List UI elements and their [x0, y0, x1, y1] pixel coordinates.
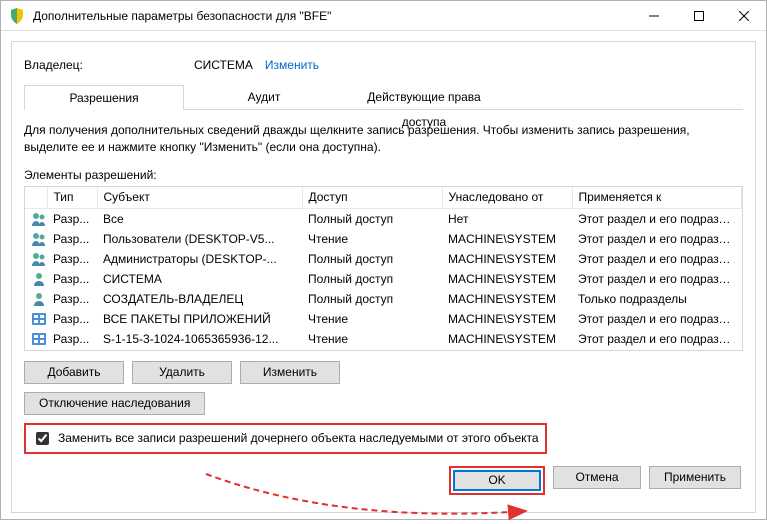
- col-header-type[interactable]: Тип: [47, 187, 97, 209]
- cell-subject: СОЗДАТЕЛЬ-ВЛАДЕЛЕЦ: [97, 289, 302, 309]
- owner-row: Владелец: СИСТЕМА Изменить: [24, 52, 743, 84]
- cell-inherited: MACHINE\SYSTEM: [442, 289, 572, 309]
- maximize-button[interactable]: [676, 1, 721, 31]
- cell-inherited: MACHINE\SYSTEM: [442, 229, 572, 249]
- cell-type: Разр...: [47, 249, 97, 269]
- add-button[interactable]: Добавить: [24, 361, 124, 384]
- cell-subject: СИСТЕМА: [97, 269, 302, 289]
- edit-button[interactable]: Изменить: [240, 361, 340, 384]
- remove-button[interactable]: Удалить: [132, 361, 232, 384]
- cell-inherited: MACHINE\SYSTEM: [442, 249, 572, 269]
- col-header-subject[interactable]: Субъект: [97, 187, 302, 209]
- cell-subject: ВСЕ ПАКЕТЫ ПРИЛОЖЕНИЙ: [97, 309, 302, 329]
- cell-subject: Администраторы (DESKTOP-...: [97, 249, 302, 269]
- cell-applies: Этот раздел и его подразделы: [572, 229, 742, 249]
- cell-access: Чтение: [302, 309, 442, 329]
- cell-access: Полный доступ: [302, 269, 442, 289]
- cell-inherited: Нет: [442, 209, 572, 230]
- replace-child-permissions-row: Заменить все записи разрешений дочернего…: [24, 423, 547, 454]
- cell-access: Полный доступ: [302, 249, 442, 269]
- cell-applies: Этот раздел и его подразделы: [572, 269, 742, 289]
- cell-applies: Только подразделы: [572, 289, 742, 309]
- tab-effective-access[interactable]: Действующие права доступа: [344, 84, 504, 109]
- table-row[interactable]: Разр...ВСЕ ПАКЕТЫ ПРИЛОЖЕНИЙЧтениеMACHIN…: [25, 309, 742, 329]
- tab-permissions[interactable]: Разрешения: [24, 85, 184, 110]
- cell-applies: Этот раздел и его подразделы: [572, 329, 742, 349]
- cancel-button[interactable]: Отмена: [553, 466, 641, 489]
- apply-button[interactable]: Применить: [649, 466, 741, 489]
- principal-icon: [31, 251, 47, 267]
- col-header-inherited[interactable]: Унаследовано от: [442, 187, 572, 209]
- owner-change-link[interactable]: Изменить: [265, 58, 319, 72]
- tab-audit[interactable]: Аудит: [184, 84, 344, 109]
- cell-access: Полный доступ: [302, 289, 442, 309]
- principal-icon: [31, 311, 47, 327]
- table-row[interactable]: Разр...СИСТЕМАПолный доступMACHINE\SYSTE…: [25, 269, 742, 289]
- description-text: Для получения дополнительных сведений дв…: [24, 122, 743, 156]
- ok-button[interactable]: OK: [453, 470, 541, 491]
- disable-inheritance-button[interactable]: Отключение наследования: [24, 392, 205, 415]
- replace-child-permissions-checkbox[interactable]: [36, 432, 49, 445]
- cell-access: Чтение: [302, 229, 442, 249]
- cell-type: Разр...: [47, 309, 97, 329]
- shield-icon: [9, 8, 25, 24]
- cell-type: Разр...: [47, 289, 97, 309]
- cell-subject: S-1-15-3-1024-1065365936-12...: [97, 329, 302, 349]
- cell-applies: Этот раздел и его подразделы: [572, 309, 742, 329]
- cell-access: Полный доступ: [302, 209, 442, 230]
- cell-inherited: MACHINE\SYSTEM: [442, 329, 572, 349]
- principal-icon: [31, 211, 47, 227]
- col-header-access[interactable]: Доступ: [302, 187, 442, 209]
- table-row[interactable]: Разр...S-1-15-3-1024-1065365936-12...Чте…: [25, 329, 742, 349]
- cell-applies: Этот раздел и его подразделы: [572, 249, 742, 269]
- tabs: Разрешения Аудит Действующие права досту…: [24, 84, 743, 110]
- titlebar: Дополнительные параметры безопасности дл…: [1, 1, 766, 31]
- table-row[interactable]: Разр...Администраторы (DESKTOP-...Полный…: [25, 249, 742, 269]
- owner-label: Владелец:: [24, 58, 194, 72]
- cell-type: Разр...: [47, 329, 97, 349]
- window-title: Дополнительные параметры безопасности дл…: [33, 9, 631, 23]
- cell-applies: Этот раздел и его подразделы: [572, 209, 742, 230]
- main-panel: Владелец: СИСТЕМА Изменить Разрешения Ау…: [11, 41, 756, 513]
- cell-type: Разр...: [47, 209, 97, 230]
- col-header-icon[interactable]: [25, 187, 47, 209]
- principal-icon: [31, 331, 47, 347]
- cell-type: Разр...: [47, 229, 97, 249]
- cell-inherited: MACHINE\SYSTEM: [442, 269, 572, 289]
- security-dialog: Дополнительные параметры безопасности дл…: [0, 0, 767, 520]
- table-row[interactable]: Разр...ВсеПолный доступНетЭтот раздел и …: [25, 209, 742, 230]
- table-row[interactable]: Разр...Пользователи (DESKTOP-V5...Чтение…: [25, 229, 742, 249]
- cell-access: Чтение: [302, 329, 442, 349]
- close-button[interactable]: [721, 1, 766, 31]
- ok-highlight: OK: [449, 466, 545, 495]
- cell-inherited: MACHINE\SYSTEM: [442, 309, 572, 329]
- owner-value: СИСТЕМА: [194, 58, 253, 72]
- permissions-subheader: Элементы разрешений:: [24, 168, 743, 182]
- cell-type: Разр...: [47, 269, 97, 289]
- principal-icon: [31, 291, 47, 307]
- minimize-button[interactable]: [631, 1, 676, 31]
- col-header-applies[interactable]: Применяется к: [572, 187, 742, 209]
- replace-child-permissions-label[interactable]: Заменить все записи разрешений дочернего…: [58, 431, 539, 445]
- cell-subject: Все: [97, 209, 302, 230]
- cell-subject: Пользователи (DESKTOP-V5...: [97, 229, 302, 249]
- principal-icon: [31, 271, 47, 287]
- permissions-grid[interactable]: Тип Субъект Доступ Унаследовано от Приме…: [24, 186, 743, 351]
- principal-icon: [31, 231, 47, 247]
- table-row[interactable]: Разр...СОЗДАТЕЛЬ-ВЛАДЕЛЕЦПолный доступMA…: [25, 289, 742, 309]
